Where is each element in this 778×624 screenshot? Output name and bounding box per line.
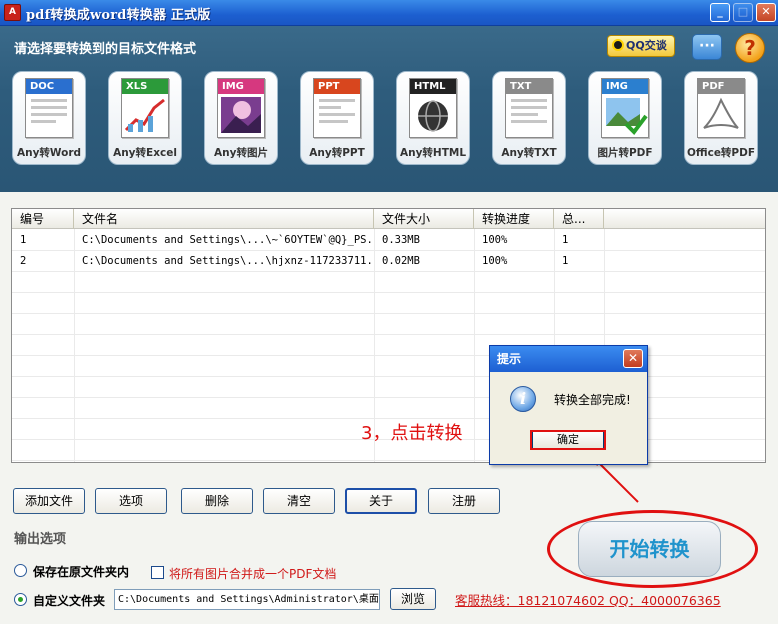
ok-highlight-box [530, 430, 606, 450]
annotation-arrow [590, 454, 639, 503]
app-window: A pdf转换成word转换器 正式版 _ □ ✕ 请选择要转换到的目标文件格式… [0, 0, 778, 624]
dialog-close-button[interactable]: ✕ [623, 349, 643, 368]
dialog-message: 转换全部完成! [554, 393, 631, 407]
info-icon: i [510, 386, 536, 412]
